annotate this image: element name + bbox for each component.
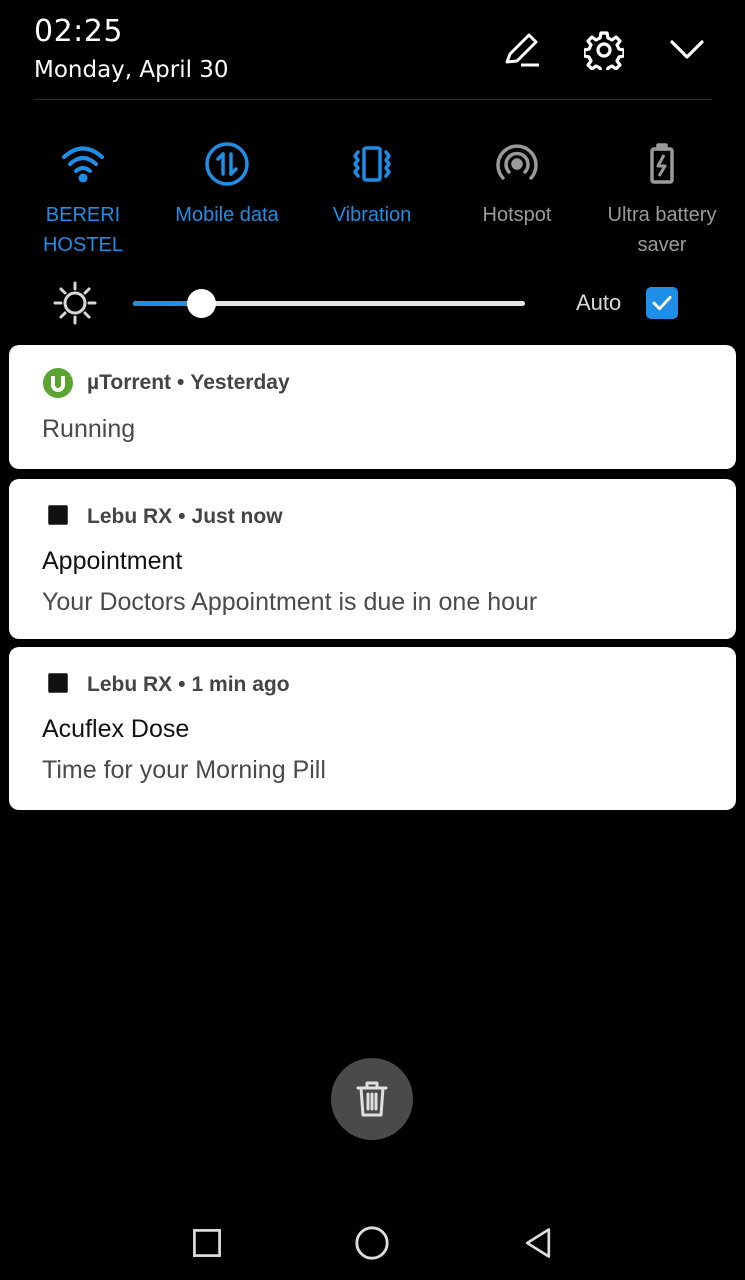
toggle-hotspot[interactable]: Hotspot [447,130,587,230]
clear-all-button[interactable] [331,1058,413,1140]
brightness-slider-fill [133,301,188,306]
lebu-rx-icon [42,667,74,699]
notification-meta: Lebu RX • 1 min ago [87,673,290,697]
notification-meta: Lebu RX • Just now [87,505,283,529]
notification-app-name: µTorrent [87,371,172,394]
edit-icon[interactable] [499,28,543,72]
notification-card-utorrent[interactable]: µTorrent • Yesterday Running [9,345,736,469]
notification-meta: µTorrent • Yesterday [87,371,290,395]
battery-saver-icon [638,140,686,188]
recents-square-icon[interactable] [187,1223,227,1263]
toggle-mobile-data-label: Mobile data [175,204,279,226]
notification-title: Acuflex Dose [42,715,190,743]
notification-card-appointment[interactable]: Lebu RX • Just now Appointment Your Doctor… [9,479,736,639]
brightness-row: Auto [0,280,745,326]
back-triangle-icon[interactable] [518,1223,558,1263]
date-label: Monday, April 30 [34,57,229,83]
notification-app-name: Lebu RX [87,673,173,696]
toggle-vibration[interactable]: Vibration [302,130,442,230]
trash-icon [356,1081,388,1117]
toggle-wifi-label: BERERI HOSTEL [42,204,124,256]
chevron-down-icon[interactable] [665,28,709,72]
header-divider [34,99,712,100]
checkmark-icon [652,295,672,311]
toggle-vibration-label: Vibration [332,204,412,226]
meta-separator: • [177,371,185,394]
notification-app-name: Lebu RX [87,505,173,528]
notification-body: Running [42,415,136,443]
toggle-wifi[interactable]: BERERI HOSTEL [13,130,153,260]
auto-brightness-checkbox[interactable] [646,287,678,319]
meta-separator: • [178,673,186,696]
wifi-icon [59,140,107,188]
notification-time: Just now [191,505,283,528]
notification-body: Your Doctors Appointment is due in one h… [42,588,538,616]
brightness-icon [52,280,98,326]
notification-time: Yesterday [190,371,290,394]
vibration-icon [348,140,396,188]
settings-icon[interactable] [582,28,626,72]
toggle-hotspot-label: Hotspot [482,204,552,226]
utorrent-icon [42,367,74,399]
clock-time: 02:25 [34,14,123,49]
lebu-rx-icon [42,499,74,531]
notification-header: 02:25 Monday, April 30 [0,0,745,100]
toggle-battery-saver-label: Ultra battery saver [607,204,717,256]
meta-separator: • [178,505,186,528]
brightness-slider-thumb[interactable] [187,289,216,318]
quick-settings-toggles: BERERI HOSTEL Mobile data Vibration Hots… [0,130,745,270]
notification-card-dose[interactable]: Lebu RX • 1 min ago Acuflex Dose Time for … [9,647,736,810]
notification-time: 1 min ago [191,673,290,696]
toggle-mobile-data[interactable]: Mobile data [157,130,297,230]
notification-title: Appointment [42,547,183,575]
notification-body: Time for your Morning Pill [42,756,326,784]
hotspot-icon [493,140,541,188]
brightness-slider[interactable] [133,289,525,318]
mobile-data-icon [203,140,251,188]
auto-brightness-label: Auto [576,290,622,315]
navigation-bar [0,1205,745,1280]
home-circle-icon[interactable] [352,1223,392,1263]
toggle-battery-saver[interactable]: Ultra battery saver [592,130,732,260]
